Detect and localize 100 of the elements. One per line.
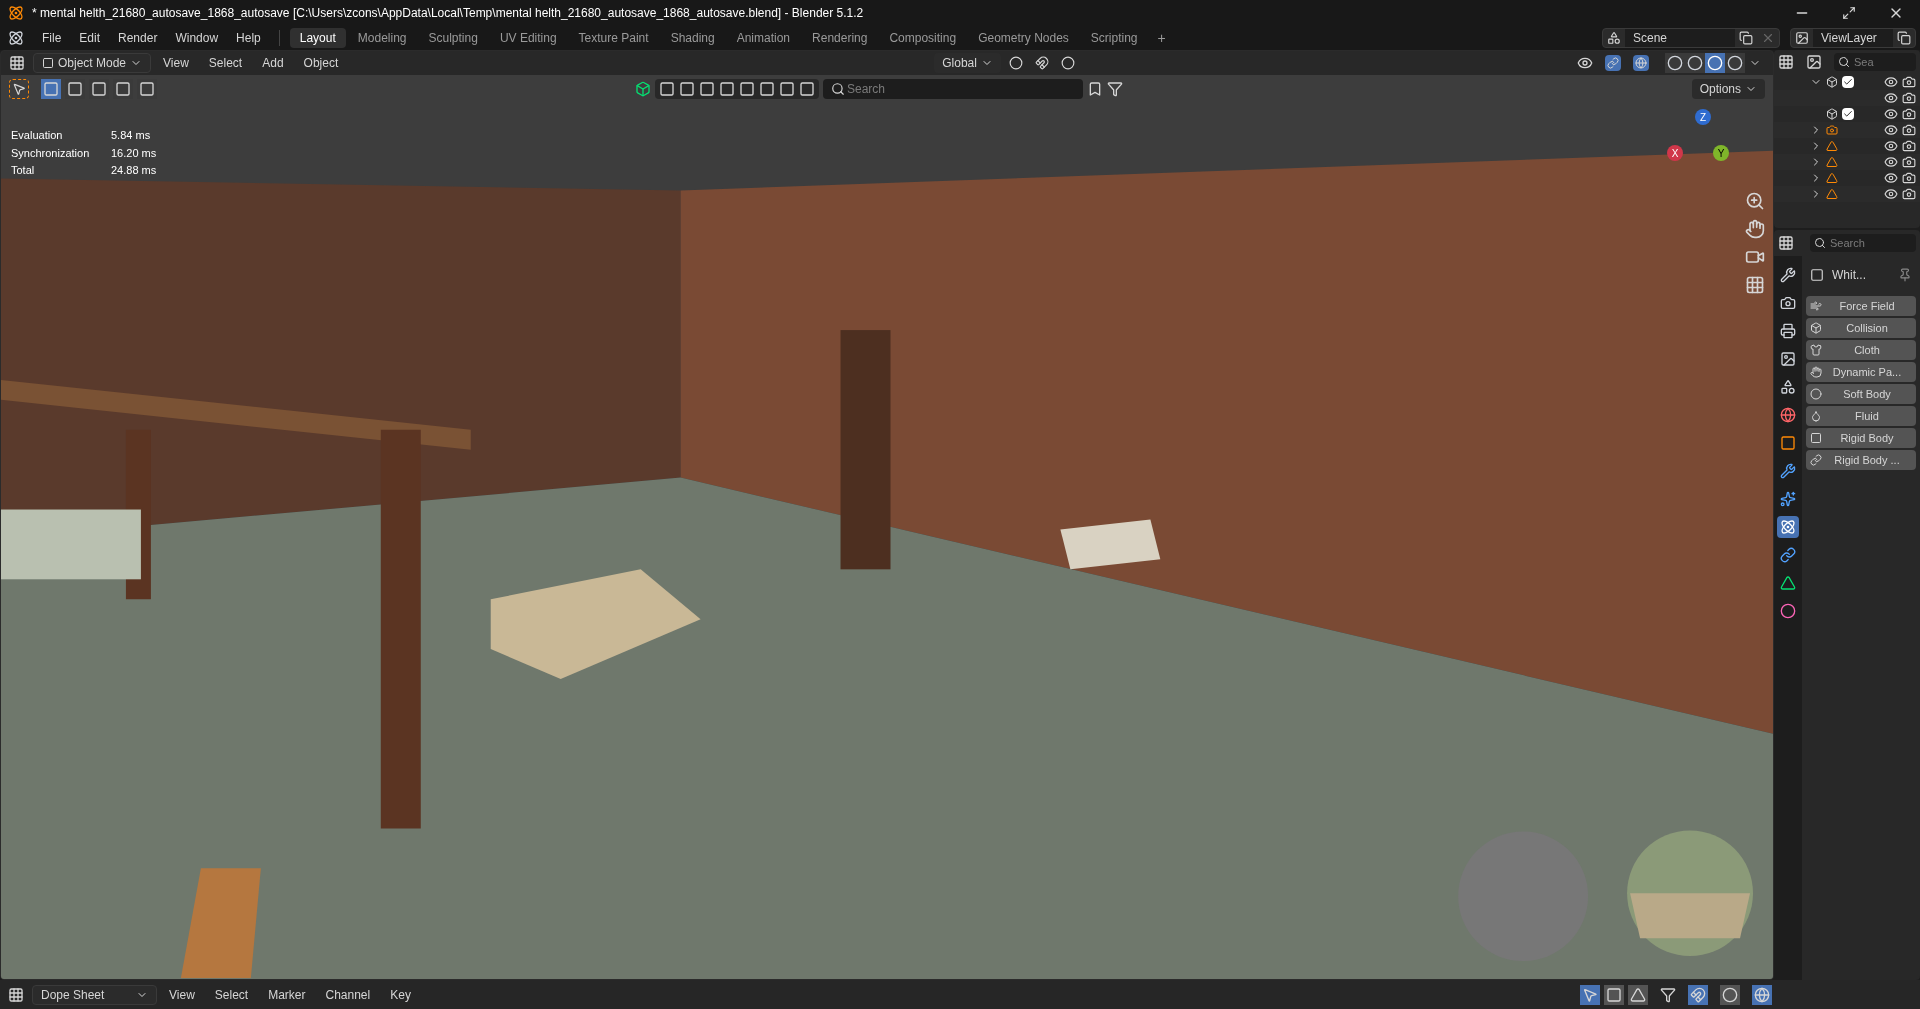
physics-button[interactable]: Rigid Body [1806,428,1916,448]
search-field[interactable]: Search [823,79,1083,99]
zoom-icon[interactable] [1745,191,1765,211]
workspace-tab[interactable]: UV Editing [489,28,567,48]
shading-mode-icon[interactable] [1705,53,1725,73]
workspace-tab[interactable]: Texture Paint [568,28,659,48]
select-mode-icon[interactable] [41,79,61,99]
menu-item[interactable]: File [34,29,70,47]
select-tool-icon[interactable] [9,79,29,99]
mode-dropdown[interactable]: Object Mode [33,53,152,73]
editor-type-icon[interactable] [1778,54,1794,70]
maximize-icon[interactable] [1842,6,1856,20]
render-icon[interactable] [1902,187,1916,201]
menu-item[interactable]: View [155,54,197,72]
delete-icon[interactable] [1761,31,1775,45]
shading-mode-icon[interactable] [1685,53,1705,73]
display-mode-icon[interactable] [1806,54,1822,70]
editor-type-icon[interactable] [1778,235,1794,251]
search-field[interactable]: Search [1810,234,1916,252]
grid-icon[interactable] [1745,275,1765,295]
physics-button[interactable]: Rigid Body ... [1806,450,1916,470]
workspace-tab[interactable]: Geometry Nodes [968,28,1079,48]
select-mode-icon[interactable] [113,79,133,99]
menu-item[interactable]: Render [110,29,166,47]
render-icon[interactable] [1902,155,1916,169]
select-mode-icon[interactable] [65,79,85,99]
filter-icon[interactable] [659,81,675,97]
menu-item[interactable]: Object [295,54,347,72]
object-types-icon[interactable] [635,81,651,97]
menu-item[interactable]: Window [167,29,227,47]
workspace-tab[interactable]: Modeling [347,28,417,48]
render-icon[interactable] [1902,91,1916,105]
shading-mode-icon[interactable] [1665,53,1685,73]
select-icon[interactable] [1580,984,1600,1005]
menu-item[interactable]: Help [228,29,269,47]
snap-icon[interactable] [1688,984,1708,1005]
pin-icon[interactable] [1898,268,1912,282]
visibility-icon[interactable] [1884,75,1898,89]
checkbox[interactable] [1842,108,1854,120]
visibility-icon[interactable] [1884,155,1898,169]
editor-dropdown[interactable]: Dope Sheet [32,984,157,1005]
filter-funnel-icon[interactable] [1107,81,1123,97]
filter-funnel-icon[interactable] [1660,986,1676,1003]
select-mode-icon[interactable] [137,79,157,99]
menu-item[interactable]: Add [254,54,292,72]
physics-button[interactable]: Fluid [1806,406,1916,426]
search-field[interactable]: Sea [1834,53,1916,71]
pivot-icon[interactable] [1008,56,1023,70]
menu-item[interactable]: View [161,985,203,1004]
snap-icon[interactable] [1034,56,1049,70]
overlay-toggle-icon[interactable] [1633,55,1649,71]
bookmark-icon[interactable] [1087,81,1103,97]
gizmo-toggle-icon[interactable] [1605,55,1621,71]
physics-button[interactable]: Collision [1806,318,1916,338]
viewport[interactable]: Object Mode View Select Add Object Global Search Options Evaluation 5.84 ms Synchronization 16.20 ms Total 24.88 ms Z X Y [0,50,1774,980]
menu-item[interactable]: Edit [71,29,109,47]
visibility-icon[interactable] [1884,91,1898,105]
physics-button[interactable]: Soft Body [1806,384,1916,404]
physics-button[interactable]: Force Field [1806,296,1916,316]
visibility-icon[interactable] [1884,187,1898,201]
copy-icon[interactable] [1897,31,1911,45]
workspace-tab[interactable]: Scripting [1080,28,1148,48]
menu-item[interactable]: Select [206,985,257,1004]
render-icon[interactable] [1902,139,1916,153]
filter-icon[interactable] [739,81,755,97]
overlay-toggle-icon[interactable] [1752,984,1772,1005]
filter-icon[interactable] [759,81,775,97]
menu-item[interactable]: Key [382,985,419,1004]
options-dropdown[interactable]: Options [1691,79,1765,99]
add-workspace-button[interactable]: + [1149,27,1174,49]
workspace-tab[interactable]: Animation [726,28,801,48]
render-icon[interactable] [1902,75,1916,89]
workspace-tab[interactable]: Shading [660,28,725,48]
menu-item[interactable]: Select [200,54,251,72]
visibility-icon[interactable] [1884,171,1898,185]
workspace-tab[interactable]: Compositing [879,28,967,48]
filter-icon[interactable] [699,81,715,97]
warning-icon[interactable] [1628,984,1648,1005]
scene-selector[interactable]: Scene [1602,28,1780,48]
atom-icon[interactable] [1777,516,1799,538]
proportional-icon[interactable] [1720,984,1740,1005]
workspace-tab[interactable]: Layout [289,28,346,48]
physics-button[interactable]: Cloth [1806,340,1916,360]
filter-icon[interactable] [779,81,795,97]
filter-icon[interactable] [719,81,735,97]
editor-type-icon[interactable] [8,986,24,1003]
menu-item[interactable]: Marker [260,985,314,1004]
visibility-icon[interactable] [1884,139,1898,153]
editor-type-icon[interactable] [9,55,25,71]
visibility-icon[interactable] [1884,107,1898,121]
checkbox[interactable] [1842,76,1854,88]
visibility-icon[interactable] [1577,55,1593,71]
filter-icon[interactable] [679,81,695,97]
select-mode-icon[interactable] [89,79,109,99]
render-icon[interactable] [1902,123,1916,137]
workspace-tab[interactable]: Rendering [802,28,878,48]
blender-menu-icon[interactable] [8,30,24,46]
box-select-icon[interactable] [1604,984,1624,1005]
render-icon[interactable] [1902,107,1916,121]
hand-icon[interactable] [1745,219,1765,239]
